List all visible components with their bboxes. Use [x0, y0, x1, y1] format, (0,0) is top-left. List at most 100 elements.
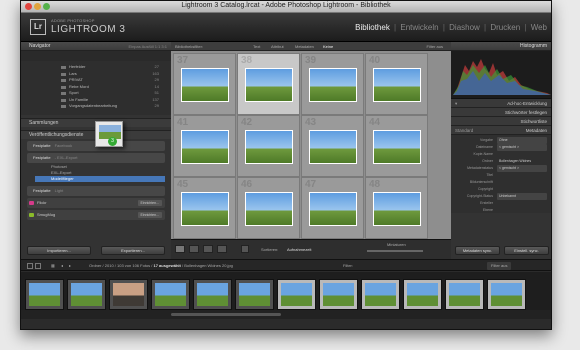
keywording-header[interactable]: Stichwörter festlegen — [451, 108, 551, 117]
photo-thumbnail[interactable] — [373, 68, 421, 102]
right-panel: Histogramm ▾ Ad-hoc-Entwicklung Stichwört… — [451, 42, 551, 259]
right-panel-buttons: Metadaten sync. Einstell. sync. — [455, 246, 549, 255]
navigator-zoom-options[interactable]: Einpas Ausfüll 1:1 3:1 — [129, 42, 167, 51]
lightroom-logo-icon: Lr — [30, 19, 46, 35]
loupe-view-icon[interactable] — [189, 245, 199, 253]
photo-thumbnail[interactable] — [373, 130, 421, 164]
photo-thumbnail[interactable] — [373, 192, 421, 226]
photo-thumbnail[interactable] — [181, 68, 229, 102]
grid-cell[interactable]: 41 — [173, 115, 236, 177]
grid-view-icon[interactable] — [175, 245, 185, 253]
filmstrip-thumbnail[interactable] — [67, 279, 106, 310]
photo-thumbnail[interactable] — [245, 68, 293, 102]
metadata-preset-select[interactable]: Ohne — [497, 137, 547, 144]
navigator-preview[interactable] — [21, 51, 171, 61]
left-panel: Navigator Einpas Ausfüll 1:1 3:1 Herfelde… — [21, 42, 171, 259]
grid-cell[interactable]: 42 — [237, 115, 300, 177]
module-diashow[interactable]: Diashow — [449, 23, 480, 32]
primary-window-icon[interactable] — [27, 263, 33, 269]
metadata-row: Ordner Bollenhagen Widnes — [482, 159, 532, 163]
saved-preset-select[interactable]: ▾ — [455, 99, 457, 108]
photo-thumbnail[interactable] — [309, 192, 357, 226]
filmstrip-thumbnail-selected[interactable] — [277, 279, 316, 310]
filmstrip-thumbnail-selected[interactable] — [403, 279, 442, 310]
grid-cell[interactable]: 48 — [365, 177, 428, 239]
photo-thumbnail[interactable] — [309, 68, 357, 102]
metadata-row: Bildunterschrift — [469, 180, 493, 184]
filmstrip-thumbnail[interactable] — [109, 279, 148, 310]
product-name: LIGHTROOM 3 — [51, 24, 126, 35]
publish-collection-item-selected[interactable]: Modellflieger — [35, 176, 165, 182]
filter-text[interactable]: Text — [253, 42, 260, 51]
back-arrow-icon[interactable]: ◂ — [61, 260, 63, 272]
publish-service-flickr[interactable]: Flickr Einrichten... — [27, 198, 165, 208]
publish-service-light[interactable]: Festplatte Light — [27, 186, 165, 196]
photo-thumbnail[interactable] — [181, 130, 229, 164]
quick-develop-header[interactable]: ▾ Ad-hoc-Entwicklung — [451, 99, 551, 108]
module-bibliothek[interactable]: Bibliothek — [355, 23, 390, 32]
grid-cell[interactable]: 47 — [301, 177, 364, 239]
sync-metadata-button[interactable]: Metadaten sync. — [455, 246, 500, 255]
keyword-list-header[interactable]: Stichwortliste — [451, 117, 551, 126]
flickr-setup-button[interactable]: Einrichten... — [137, 200, 162, 206]
photo-thumbnail[interactable] — [181, 192, 229, 226]
export-button[interactable]: Exportieren... — [101, 246, 165, 255]
sort-order[interactable]: Aufnahmezeit — [287, 247, 311, 252]
histogram-header[interactable]: Histogramm — [451, 42, 551, 51]
grid-cell[interactable]: 37 — [173, 53, 236, 115]
filter-none[interactable]: Keine — [323, 42, 333, 51]
filmstrip-thumbnail-selected[interactable] — [445, 279, 484, 310]
metadata-header[interactable]: Standard Metadaten — [451, 126, 551, 135]
folder-icon — [61, 79, 66, 82]
filmstrip-thumbnail[interactable] — [151, 279, 190, 310]
filter-preset[interactable]: Filter aus — [427, 42, 443, 51]
module-entwickeln[interactable]: Entwickeln — [400, 23, 438, 32]
folder-item[interactable]: Vorgangsdatenbearbeitung 29 — [31, 103, 165, 110]
folder-icon — [61, 98, 66, 102]
publish-collections: Photoset EXL-Export Modellflieger — [35, 164, 165, 184]
thumbnail-size-slider[interactable] — [367, 250, 423, 252]
secondary-window-icon[interactable] — [35, 263, 41, 269]
grid-cell[interactable]: 44 — [365, 115, 428, 177]
survey-view-icon[interactable] — [217, 245, 227, 253]
grid-cell[interactable]: 43 — [301, 115, 364, 177]
filmstrip-source[interactable]: Ordner / 2010 / 103 von 106 Fotos / 17 a… — [89, 260, 233, 272]
filmstrip-thumbnail-selected[interactable] — [487, 279, 526, 310]
photo-thumbnail[interactable] — [245, 192, 293, 226]
photo-thumbnail[interactable] — [309, 130, 357, 164]
forward-arrow-icon[interactable]: ▸ — [69, 260, 71, 272]
painter-icon[interactable] — [241, 245, 249, 253]
grid-cell[interactable]: 39 — [301, 53, 364, 115]
smugmug-setup-button[interactable]: Einrichten... — [137, 212, 162, 218]
sync-settings-button[interactable]: Einstell. sync. — [504, 246, 549, 255]
import-button[interactable]: Importieren... — [27, 246, 91, 255]
publish-service-smugmug[interactable]: SmugMug Einrichten... — [27, 210, 165, 220]
flickr-icon — [29, 201, 34, 205]
smugmug-icon — [29, 213, 34, 217]
filmstrip-filter-select[interactable]: Filter aus — [487, 262, 512, 270]
grid-cell[interactable]: 46 — [237, 177, 300, 239]
filmstrip-thumbnail-selected[interactable] — [319, 279, 358, 310]
metadata-standard-select[interactable]: Standard — [455, 126, 473, 135]
filter-attribute[interactable]: Attribut — [271, 42, 284, 51]
grid-cell[interactable]: 45 — [173, 177, 236, 239]
filmstrip-thumbnail-selected[interactable] — [361, 279, 400, 310]
compare-view-icon[interactable] — [203, 245, 213, 253]
grid-cell[interactable]: 40 — [365, 53, 428, 115]
filmstrip-thumbnail[interactable] — [235, 279, 274, 310]
filter-metadata[interactable]: Metadaten — [295, 42, 314, 51]
photo-thumbnail[interactable] — [245, 130, 293, 164]
publish-service-export[interactable]: Festplatte - EXL-Export — [27, 153, 165, 163]
filmstrip-thumbnail[interactable] — [25, 279, 64, 310]
grid-cell[interactable]: 38 — [237, 53, 300, 115]
filmstrip-thumbnail[interactable] — [193, 279, 232, 310]
metadata-row: Copyright-Status Unbekannt — [455, 193, 549, 200]
navigator-header[interactable]: Navigator Einpas Ausfüll 1:1 3:1 — [21, 42, 171, 51]
grid-shortcut-icon[interactable]: ▦ — [51, 260, 55, 272]
module-drucken[interactable]: Drucken — [490, 23, 520, 32]
filmstrip-scrollbar[interactable] — [21, 310, 551, 319]
module-web[interactable]: Web — [531, 23, 547, 32]
metadata-panel: Vorgabe Ohne Dateiname < gemischt > Kopie-… — [451, 135, 551, 213]
filmstrip-scroll-thumb[interactable] — [171, 313, 281, 316]
folder-icon — [61, 92, 66, 95]
